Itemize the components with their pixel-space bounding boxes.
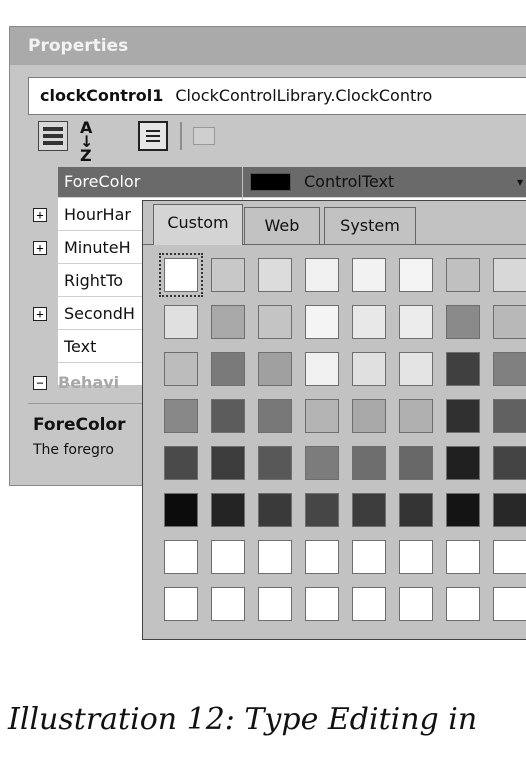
expand-icon[interactable]: + [33,307,47,321]
color-cell[interactable] [399,352,433,386]
description-text: The foregro [33,442,114,458]
categorized-icon[interactable] [38,121,68,151]
object-selector[interactable]: clockControl1 ClockControlLibrary.ClockCo… [28,77,526,115]
color-cell[interactable] [399,258,433,292]
dropdown-arrow-icon[interactable]: ▾ [510,168,526,197]
grid-margin [28,167,58,385]
color-cell[interactable] [399,587,433,621]
property-name: HourHar [64,205,131,224]
tab-web[interactable]: Web [244,207,320,244]
color-cell[interactable] [305,305,339,339]
color-cell[interactable] [446,352,480,386]
color-cell[interactable] [446,258,480,292]
color-cell[interactable] [258,305,292,339]
color-cell[interactable] [164,587,198,621]
property-name: RightTo [64,271,123,290]
color-cell[interactable] [258,399,292,433]
color-cell[interactable] [258,446,292,480]
color-cell[interactable] [258,540,292,574]
color-cell[interactable] [446,446,480,480]
color-cell[interactable] [493,399,526,433]
properties-icon[interactable] [138,121,168,151]
property-name: MinuteH [64,238,131,257]
color-cell[interactable] [352,540,386,574]
color-cell[interactable] [164,399,198,433]
color-cell[interactable] [493,258,526,292]
object-type: ClockControlLibrary.ClockContro [175,86,433,105]
sort-alpha-label: A↓Z [80,118,94,165]
color-cell[interactable] [399,399,433,433]
color-cell[interactable] [352,446,386,480]
forecolor-value[interactable]: ControlText [304,167,394,197]
color-cell[interactable] [159,253,203,297]
tab-custom[interactable]: Custom [153,204,243,245]
color-cell[interactable] [211,493,245,527]
color-cell[interactable] [211,352,245,386]
window-title: Properties [10,27,526,65]
property-name: ForeColor [64,172,141,191]
color-cell[interactable] [305,446,339,480]
color-cell[interactable] [493,493,526,527]
property-pages-icon[interactable] [193,127,215,145]
color-cell[interactable] [446,540,480,574]
color-cell[interactable] [493,446,526,480]
color-cell[interactable] [352,258,386,292]
color-cell[interactable] [305,352,339,386]
color-cell[interactable] [258,352,292,386]
property-name: Text [64,337,97,356]
property-name: SecondH [64,304,135,323]
color-cell[interactable] [399,446,433,480]
color-cell[interactable] [493,540,526,574]
color-cell[interactable] [305,540,339,574]
color-cell[interactable] [164,540,198,574]
color-cell[interactable] [352,493,386,527]
expand-icon[interactable]: + [33,208,47,222]
color-cell[interactable] [211,587,245,621]
color-cell[interactable] [305,258,339,292]
color-cell[interactable] [399,540,433,574]
description-title: ForeColor [33,415,126,435]
color-cell[interactable] [493,587,526,621]
color-cell[interactable] [164,352,198,386]
color-cell[interactable] [305,493,339,527]
color-cell[interactable] [258,258,292,292]
color-cell[interactable] [211,258,245,292]
color-cell[interactable] [164,305,198,339]
color-cell[interactable] [446,399,480,433]
color-cell[interactable] [446,493,480,527]
property-row[interactable]: ForeColor [58,167,526,198]
color-cell[interactable] [446,587,480,621]
tab-system[interactable]: System [324,207,416,244]
color-cell[interactable] [399,305,433,339]
color-cell[interactable] [211,399,245,433]
color-cell[interactable] [164,493,198,527]
color-cell[interactable] [352,305,386,339]
color-cell[interactable] [305,399,339,433]
toolbar-separator [180,122,182,150]
figure-caption: Illustration 12: Type Editing in [8,702,478,737]
color-cell[interactable] [164,446,198,480]
color-cell[interactable] [211,305,245,339]
color-cell[interactable] [446,305,480,339]
forecolor-swatch [250,173,291,191]
collapse-icon[interactable]: − [33,376,47,390]
color-cell[interactable] [211,446,245,480]
color-cell[interactable] [352,399,386,433]
color-cell[interactable] [493,305,526,339]
color-cell[interactable] [399,493,433,527]
expand-icon[interactable]: + [33,241,47,255]
color-cell[interactable] [352,352,386,386]
color-cell[interactable] [305,587,339,621]
object-name: clockControl1 [40,86,164,105]
color-cell[interactable] [211,540,245,574]
category-behavior[interactable]: Behavi [58,368,119,398]
color-cell[interactable] [258,493,292,527]
color-cell[interactable] [258,587,292,621]
color-cell[interactable] [493,352,526,386]
color-cell[interactable] [352,587,386,621]
alphabetical-icon[interactable]: A↓Z [80,120,110,164]
